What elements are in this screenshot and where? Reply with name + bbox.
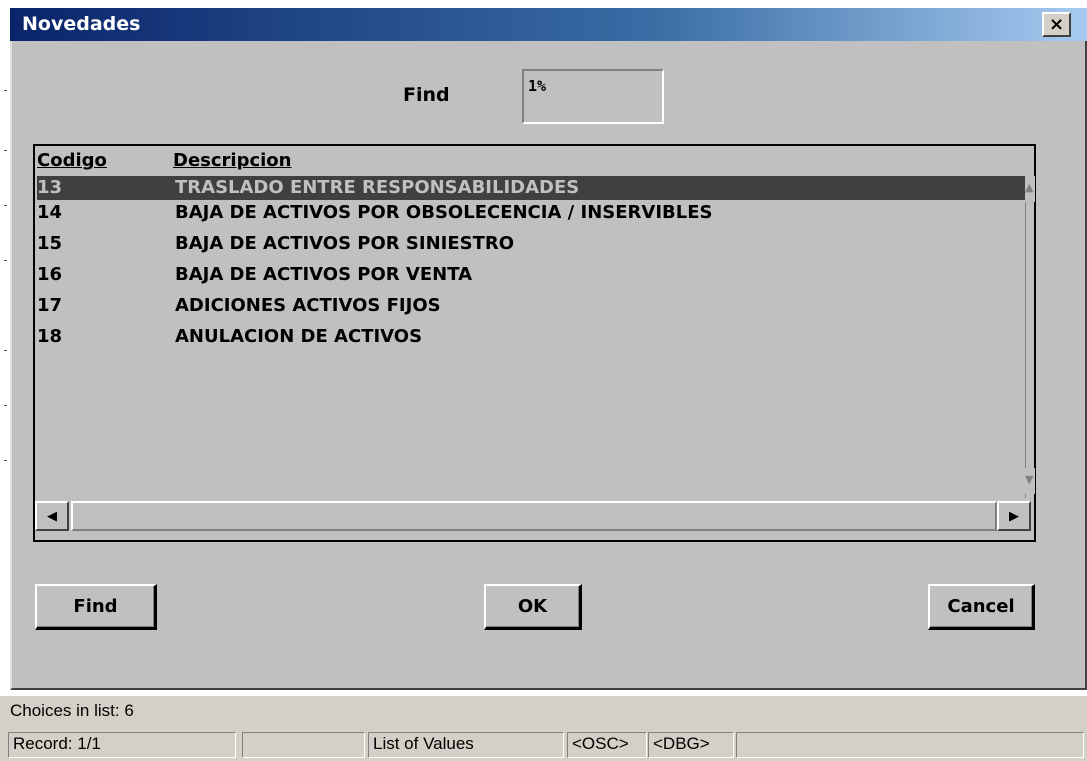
chevron-left-icon: ◀ [47, 508, 57, 524]
scroll-down-button[interactable]: ▼ [1025, 468, 1035, 494]
status-mode: List of Values [368, 732, 564, 758]
edge-tick [4, 260, 7, 261]
row-description: TRASLADO ENTRE RESPONSABILIDADES [175, 177, 580, 198]
column-header-code[interactable]: Codigo [37, 150, 107, 171]
row-code: 14 [37, 202, 63, 223]
status-field-empty [736, 732, 1084, 758]
chevron-up-icon: ▲ [1025, 181, 1034, 194]
edge-tick [4, 405, 7, 406]
row-description: BAJA DE ACTIVOS POR SINIESTRO [175, 233, 515, 254]
status-dbg: <DBG> [648, 732, 734, 758]
edge-tick [4, 150, 7, 151]
values-list[interactable]: Codigo Descripcion 13 TRASLADO ENTRE RES… [33, 144, 1036, 542]
row-description: BAJA DE ACTIVOS POR VENTA [175, 264, 473, 285]
row-code: 15 [37, 233, 63, 254]
chevron-right-icon: ▶ [1009, 508, 1019, 524]
background-window-edge [0, 0, 10, 690]
scroll-left-button[interactable]: ◀ [35, 501, 69, 531]
list-row[interactable]: 15 BAJA DE ACTIVOS POR SINIESTRO [37, 232, 1025, 256]
dialog-titlebar[interactable]: Novedades [10, 8, 1087, 41]
vertical-scrollbar[interactable] [1025, 176, 1033, 498]
chevron-down-icon: ▼ [1025, 473, 1034, 486]
edge-tick [4, 90, 7, 91]
row-description: ANULACION DE ACTIVOS [175, 326, 423, 347]
dialog-title: Novedades [22, 13, 141, 35]
list-row[interactable]: 17 ADICIONES ACTIVOS FIJOS [37, 294, 1025, 318]
list-row[interactable]: 14 BAJA DE ACTIVOS POR OBSOLECENCIA / IN… [37, 201, 1025, 225]
row-code: 13 [37, 177, 63, 198]
horizontal-scroll-thumb[interactable] [71, 501, 997, 531]
horizontal-scrollbar[interactable]: ◀ ▶ [35, 501, 1035, 531]
status-record: Record: 1/1 [8, 732, 236, 758]
screen: Novedades × Find 1% Codigo Descripcion 1… [0, 0, 1087, 761]
ok-button[interactable]: OK [484, 584, 582, 630]
status-field-empty [242, 732, 365, 758]
edge-tick [4, 205, 7, 206]
status-osc: <OSC> [567, 732, 647, 758]
list-row[interactable]: 16 BAJA DE ACTIVOS POR VENTA [37, 263, 1025, 287]
close-icon: × [1048, 14, 1065, 35]
row-description: BAJA DE ACTIVOS POR OBSOLECENCIA / INSER… [175, 202, 713, 223]
list-row[interactable]: 13 TRASLADO ENTRE RESPONSABILIDADES [37, 176, 1025, 200]
find-button[interactable]: Find [35, 584, 157, 630]
close-button[interactable]: × [1042, 12, 1071, 37]
cancel-button[interactable]: Cancel [928, 584, 1035, 630]
row-description: ADICIONES ACTIVOS FIJOS [175, 295, 441, 316]
scroll-right-button[interactable]: ▶ [997, 501, 1031, 531]
row-code: 17 [37, 295, 63, 316]
list-row[interactable]: 18 ANULACION DE ACTIVOS [37, 325, 1025, 349]
edge-tick [4, 460, 7, 461]
scroll-up-button[interactable]: ▲ [1025, 176, 1035, 202]
find-label: Find [403, 84, 450, 106]
row-code: 16 [37, 264, 63, 285]
row-code: 18 [37, 326, 63, 347]
find-input[interactable]: 1% [522, 69, 664, 124]
column-header-description[interactable]: Descripcion [173, 150, 292, 171]
choices-count: Choices in list: 6 [10, 701, 134, 720]
edge-tick [4, 350, 7, 351]
